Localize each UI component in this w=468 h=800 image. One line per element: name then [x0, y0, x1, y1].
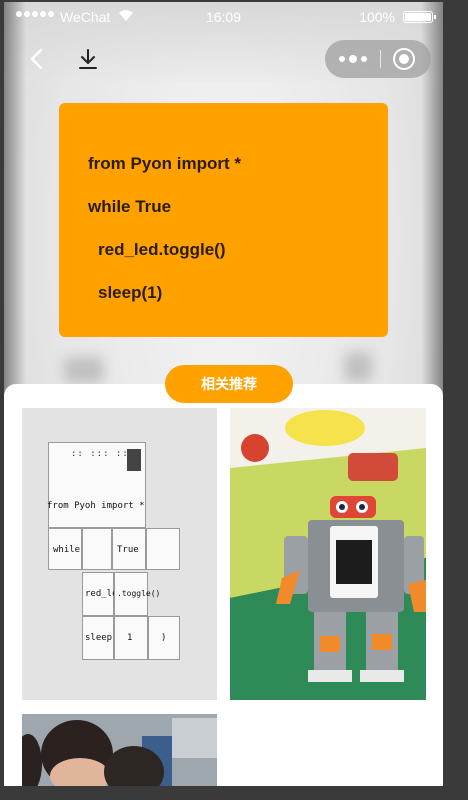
code-block: while [48, 528, 82, 570]
battery-percentage: 100% [359, 9, 395, 25]
more-icon[interactable] [337, 48, 369, 70]
people-photo [22, 714, 217, 786]
block-header-text: from Pyoh import * [47, 501, 145, 511]
capsule-divider [380, 50, 381, 68]
code-block [146, 528, 180, 570]
code-line: sleep(1) [98, 283, 163, 302]
code-block: 1 [114, 616, 148, 660]
code-line: red_led.toggle() [98, 240, 226, 259]
code-block: .toggle() [114, 572, 160, 616]
code-block: sleep( [82, 616, 118, 660]
code-block: True [112, 528, 146, 570]
photo-tile-people[interactable] [22, 714, 217, 786]
battery-icon [403, 11, 436, 23]
code-line: from Pyon import * [88, 154, 242, 173]
robot-photo [230, 408, 426, 700]
photo-tile-coding-blocks[interactable]: :: ::: ::: from Pyoh import * while True… [22, 408, 217, 700]
close-icon[interactable] [393, 48, 415, 70]
phone-screen: WeChat 16:09 100% from Pyon import * whi… [4, 2, 443, 786]
back-icon[interactable] [26, 46, 48, 72]
code-block [82, 528, 112, 570]
mini-program-capsule [325, 40, 431, 78]
code-line: while True [88, 197, 172, 216]
block-header: :: ::: ::: from Pyoh import * [47, 442, 146, 528]
code-block: ) [148, 616, 180, 660]
blurred-background-shape [344, 352, 372, 382]
blurred-background-shape [64, 357, 104, 383]
status-bar: WeChat 16:09 100% [4, 2, 443, 32]
block-chip [127, 449, 141, 471]
code-card: from Pyon import * while True red_led.to… [59, 103, 388, 337]
related-recommendations-button[interactable]: 相关推荐 [165, 365, 293, 403]
download-icon[interactable] [76, 46, 100, 72]
code-block: red_led [82, 572, 123, 616]
photo-tile-robot[interactable] [230, 408, 426, 700]
